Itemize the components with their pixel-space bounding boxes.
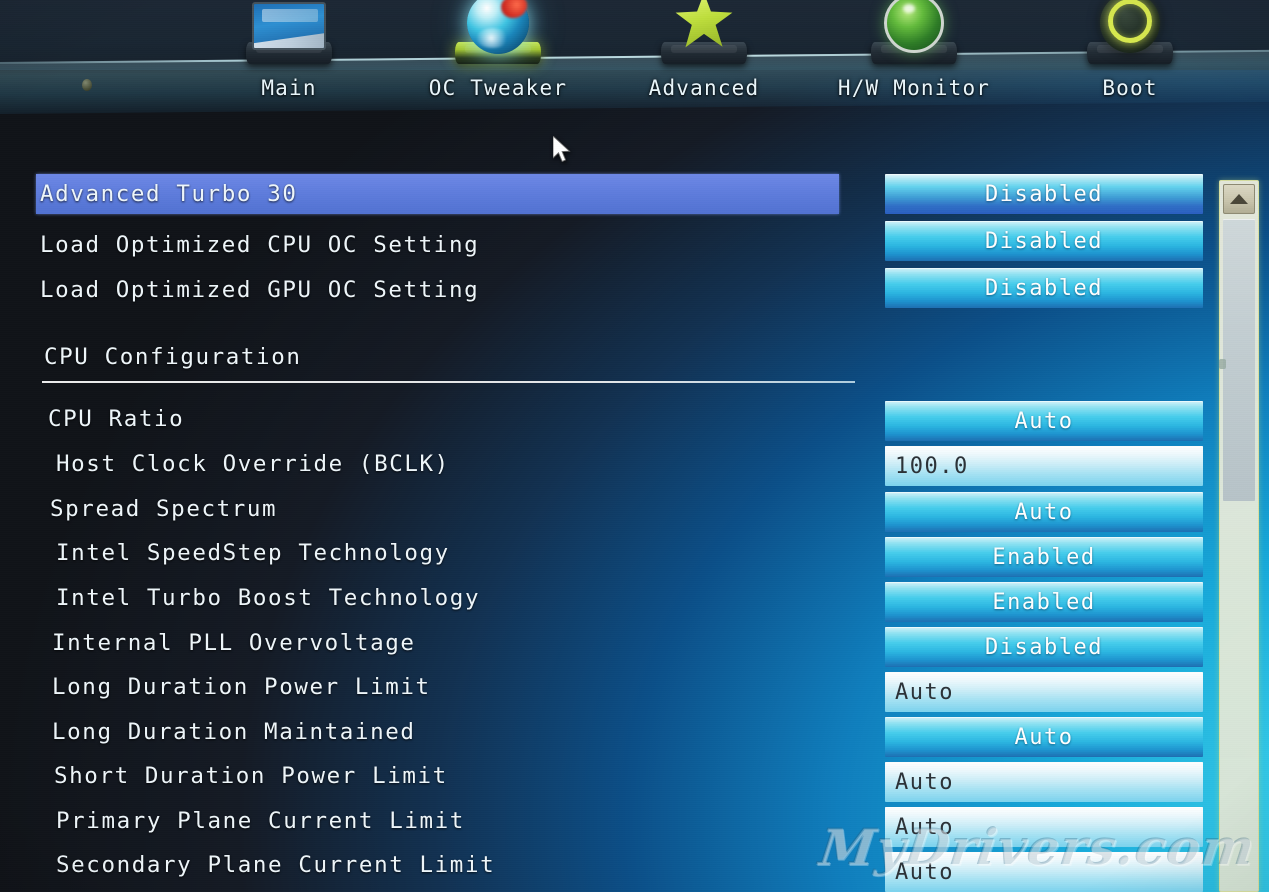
setting-label: Primary Plane Current Limit [56,807,465,834]
top-navigation: Main OC Tweaker Advanced H/W Monitor Boo… [0,0,1269,118]
setting-row-spread-spectrum[interactable]: Spread Spectrum [50,486,930,531]
tab-oc-tweaker-label: OC Tweaker [428,76,568,100]
tab-advanced[interactable]: Advanced [609,0,799,118]
value-load-gpu-oc[interactable]: Disabled [885,268,1203,308]
setting-label: Advanced Turbo 30 [40,181,298,207]
setting-label: Short Duration Power Limit [54,762,448,789]
value-load-cpu-oc[interactable]: Disabled [885,221,1203,261]
value-spread-spectrum[interactable]: Auto [885,492,1203,532]
setting-label: Load Optimized CPU OC Setting [40,231,480,258]
value-cpu-ratio[interactable]: Auto [885,401,1203,441]
chevron-up-icon [1230,194,1248,204]
value-internal-pll-overvoltage[interactable]: Disabled [885,627,1203,667]
tab-oc-tweaker[interactable]: OC Tweaker [403,0,593,118]
gauge-icon [858,0,970,66]
tab-boot[interactable]: Boot [1035,0,1225,118]
setting-label: Secondary Plane Current Limit [56,851,496,878]
setting-label: Internal PLL Overvoltage [52,629,416,656]
tab-boot-label: Boot [1102,76,1158,100]
setting-row-load-cpu-oc[interactable]: Load Optimized CPU OC Setting [40,222,920,267]
setting-label: CPU Ratio [48,405,185,432]
settings-value-column: Disabled Disabled Disabled Auto 100.0 Au… [885,118,1215,892]
setting-row-long-duration-power-limit[interactable]: Long Duration Power Limit [52,664,932,709]
value-text: Disabled [985,275,1103,301]
bios-setup-screen: Main OC Tweaker Advanced H/W Monitor Boo… [0,0,1269,892]
value-text: Auto [1014,724,1074,750]
value-host-clock-override[interactable]: 100.0 [885,446,1203,486]
arrow-cursor [553,136,571,163]
setting-row-intel-speedstep[interactable]: Intel SpeedStep Technology [56,530,936,575]
setting-row-internal-pll-overvoltage[interactable]: Internal PLL Overvoltage [52,620,932,665]
value-text: Auto [895,679,954,705]
orb-icon [442,0,554,66]
value-text: Auto [895,814,954,840]
setting-row-intel-turbo-boost[interactable]: Intel Turbo Boost Technology [56,575,936,620]
setting-row-cpu-ratio[interactable]: CPU Ratio [48,396,928,441]
nav-indicator-dot [82,79,92,91]
value-short-duration-power-limit[interactable]: Auto [885,762,1203,802]
tab-hw-monitor[interactable]: H/W Monitor [819,0,1009,118]
value-long-duration-power-limit[interactable]: Auto [885,672,1203,712]
settings-label-column: Advanced Turbo 30 Load Optimized CPU OC … [0,118,880,892]
vertical-scrollbar[interactable] [1219,180,1259,892]
setting-label: Intel SpeedStep Technology [56,539,450,566]
value-text: Enabled [992,589,1096,615]
value-text: Auto [1014,408,1074,434]
setting-label: Intel Turbo Boost Technology [56,584,481,611]
setting-row-long-duration-maintained[interactable]: Long Duration Maintained [52,709,932,754]
value-text: Enabled [992,544,1096,570]
value-advanced-turbo[interactable]: Disabled [885,174,1203,214]
setting-label: Host Clock Override (BCLK) [56,450,450,477]
setting-label: Load Optimized GPU OC Setting [40,276,480,303]
setting-row-advanced-turbo[interactable]: Advanced Turbo 30 [36,174,839,214]
monitor-icon [233,0,345,66]
setting-row-secondary-plane-current-limit[interactable]: Secondary Plane Current Limit [56,842,936,887]
tab-hw-monitor-label: H/W Monitor [837,76,991,100]
tab-main[interactable]: Main [194,0,384,118]
value-intel-speedstep[interactable]: Enabled [885,537,1203,577]
scrollbar-nub [1219,359,1226,369]
value-text: Auto [895,769,954,795]
value-primary-plane-current-limit[interactable]: Auto [885,807,1203,847]
setting-row-host-clock-override[interactable]: Host Clock Override (BCLK) [56,441,936,486]
star-icon [648,0,760,66]
ring-icon [1074,0,1186,66]
value-long-duration-maintained[interactable]: Auto [885,717,1203,757]
value-intel-turbo-boost[interactable]: Enabled [885,582,1203,622]
value-text: 100.0 [895,453,969,479]
tab-main-label: Main [261,76,317,100]
section-divider [42,381,855,383]
setting-label: Spread Spectrum [50,495,278,522]
value-text: Disabled [985,634,1103,660]
value-secondary-plane-current-limit[interactable]: Auto [885,852,1203,892]
setting-row-short-duration-power-limit[interactable]: Short Duration Power Limit [54,753,934,798]
tab-advanced-label: Advanced [648,76,760,100]
setting-label: Long Duration Power Limit [52,673,431,700]
setting-row-primary-plane-current-limit[interactable]: Primary Plane Current Limit [56,798,936,843]
value-text: Disabled [985,228,1103,254]
value-text: Auto [1014,499,1074,525]
setting-row-load-gpu-oc[interactable]: Load Optimized GPU OC Setting [40,267,920,312]
value-text: Disabled [985,181,1103,207]
setting-label: Long Duration Maintained [52,718,416,745]
section-title-cpu-configuration: CPU Configuration [44,344,302,370]
monitor-glyph [252,2,326,50]
scroll-up-button[interactable] [1223,184,1255,214]
icon-pedestal [661,42,747,64]
value-text: Auto [895,859,954,885]
scrollbar-thumb[interactable] [1219,219,1255,501]
